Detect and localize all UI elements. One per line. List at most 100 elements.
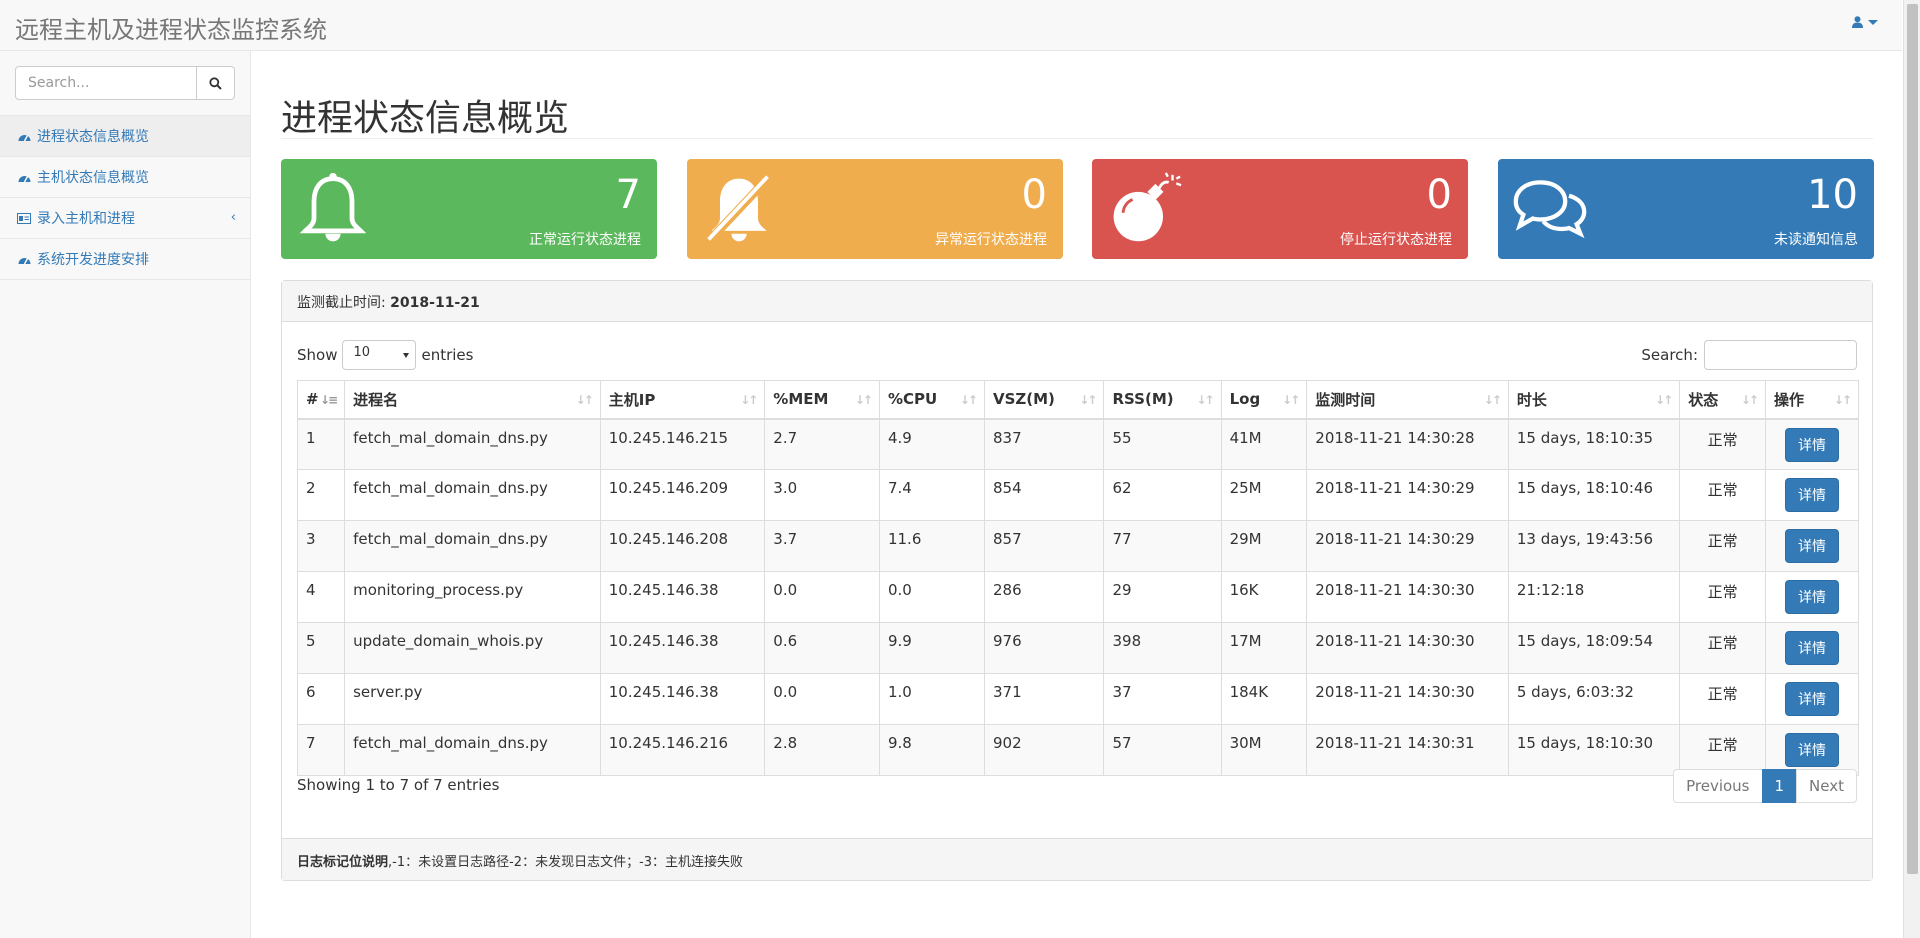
cell-process-name: fetch_mal_domain_dns.py bbox=[344, 724, 601, 776]
cell-mem: 0.6 bbox=[764, 622, 880, 674]
cell-rss: 29 bbox=[1103, 571, 1222, 623]
column-header-index[interactable]: # ↓≡ bbox=[296, 380, 346, 420]
cell-log: 25M bbox=[1220, 469, 1308, 521]
footer-title: 日志标记位说明 bbox=[297, 855, 389, 870]
user-menu[interactable] bbox=[1852, 16, 1878, 28]
stat-panel-normal[interactable]: 7 正常运行状态进程 bbox=[281, 159, 657, 259]
column-header-mem[interactable]: %MEM ↓↑ bbox=[764, 380, 880, 420]
detail-button[interactable]: 详情 bbox=[1784, 631, 1839, 665]
process-table: # ↓≡ 进程名 ↓↑ 主机IP ↓↑ %MEM ↓↑ %CPU ↓↑ VSZ(M) ↓↑ … bbox=[296, 380, 1860, 776]
column-header-rss[interactable]: RSS(M) ↓↑ bbox=[1103, 380, 1222, 420]
sidebar-search bbox=[15, 66, 235, 100]
header-label: 监测截止时间: bbox=[297, 295, 391, 311]
cell-cpu: 9.8 bbox=[878, 724, 985, 776]
detail-button[interactable]: 详情 bbox=[1784, 529, 1839, 563]
column-header-time[interactable]: 监测时间 ↓↑ bbox=[1306, 380, 1509, 420]
sort-icon: ↓↑ bbox=[575, 393, 594, 407]
sort-icon: ↓↑ bbox=[1282, 393, 1300, 407]
dashboard-icon bbox=[17, 252, 31, 266]
column-header-duration[interactable]: 时长 ↓↑ bbox=[1507, 380, 1681, 420]
search-input[interactable] bbox=[15, 66, 197, 100]
stat-label: 异常运行状态进程 bbox=[935, 232, 1047, 248]
column-header-log[interactable]: Log ↓↑ bbox=[1220, 380, 1308, 420]
cell-host-ip: 10.245.146.215 bbox=[599, 418, 766, 470]
search-button[interactable] bbox=[197, 66, 235, 100]
detail-button[interactable]: 详情 bbox=[1784, 682, 1839, 716]
card-header: 监测截止时间: 2018-11-21 bbox=[282, 281, 1872, 322]
entries-length-select[interactable]: 10 bbox=[342, 340, 417, 370]
cell-rss: 77 bbox=[1103, 520, 1222, 572]
cell-status: 正常 bbox=[1679, 571, 1766, 623]
app-title[interactable]: 远程主机及进程状态监控系统 bbox=[15, 10, 327, 45]
cell-index: 3 bbox=[296, 520, 346, 572]
cell-action: 详情 bbox=[1764, 724, 1860, 776]
page-title: 进程状态信息概览 bbox=[281, 98, 570, 139]
column-header-cpu[interactable]: %CPU ↓↑ bbox=[878, 380, 985, 420]
cell-index: 1 bbox=[296, 418, 346, 470]
cell-index: 7 bbox=[296, 724, 346, 776]
stat-label: 未读通知信息 bbox=[1774, 232, 1858, 248]
cell-mem: 3.7 bbox=[764, 520, 880, 572]
cell-duration: 15 days, 18:09:54 bbox=[1507, 622, 1681, 674]
stat-panel-notifications[interactable]: 10 未读通知信息 bbox=[1498, 159, 1874, 259]
stat-label: 停止运行状态进程 bbox=[1340, 232, 1452, 248]
cell-log: 30M bbox=[1220, 724, 1308, 776]
chevron-left-icon[interactable]: ‹ bbox=[231, 210, 236, 225]
pagination-page[interactable]: 1 bbox=[1761, 769, 1798, 803]
detail-button[interactable]: 详情 bbox=[1784, 427, 1839, 462]
column-label: # bbox=[306, 390, 319, 409]
sidebar-item-label: 主机状态信息概览 bbox=[37, 170, 149, 186]
cell-mem: 0.0 bbox=[764, 673, 880, 725]
column-header-process[interactable]: 进程名 ↓↑ bbox=[344, 380, 601, 420]
stat-panel-abnormal[interactable]: 0 异常运行状态进程 bbox=[687, 159, 1063, 259]
pagination-next[interactable]: Next bbox=[1796, 769, 1857, 803]
cell-action: 详情 bbox=[1764, 622, 1860, 674]
cell-vsz: 857 bbox=[983, 520, 1105, 572]
cell-process-name: update_domain_whois.py bbox=[344, 622, 601, 674]
sort-asc-icon: ↓≡ bbox=[319, 393, 338, 407]
cell-host-ip: 10.245.146.216 bbox=[599, 724, 766, 776]
cell-status: 正常 bbox=[1679, 724, 1766, 776]
cell-log: 29M bbox=[1220, 520, 1308, 572]
cell-monitor-time: 2018-11-21 14:30:29 bbox=[1306, 520, 1509, 572]
sort-icon: ↓↑ bbox=[1740, 393, 1759, 407]
cell-monitor-time: 2018-11-21 14:30:30 bbox=[1306, 571, 1509, 623]
sidebar-item-process-overview[interactable]: 进程状态信息概览 bbox=[0, 116, 250, 157]
cell-host-ip: 10.245.146.208 bbox=[599, 520, 766, 572]
column-label: %MEM bbox=[773, 390, 829, 409]
bomb-icon bbox=[1113, 172, 1182, 242]
sidebar-item-add-host-process[interactable]: 录入主机和进程 ‹ bbox=[0, 198, 250, 239]
stat-panel-stopped[interactable]: 0 停止运行状态进程 bbox=[1092, 159, 1468, 259]
detail-button[interactable]: 详情 bbox=[1784, 478, 1839, 512]
page-scrollbar[interactable] bbox=[1903, 0, 1920, 938]
cell-duration: 5 days, 6:03:32 bbox=[1507, 673, 1681, 725]
pagination-previous[interactable]: Previous bbox=[1673, 769, 1763, 803]
sidebar-item-dev-schedule[interactable]: 系统开发进度安排 bbox=[0, 239, 250, 280]
cell-duration: 21:12:18 bbox=[1507, 571, 1681, 623]
cell-index: 2 bbox=[296, 469, 346, 521]
sidebar-item-label: 系统开发进度安排 bbox=[37, 252, 149, 268]
cell-process-name: fetch_mal_domain_dns.py bbox=[344, 469, 601, 521]
detail-button[interactable]: 详情 bbox=[1784, 733, 1839, 767]
cell-log: 184K bbox=[1220, 673, 1308, 725]
cell-status: 正常 bbox=[1679, 418, 1766, 470]
cell-process-name: fetch_mal_domain_dns.py bbox=[344, 520, 601, 572]
detail-button[interactable]: 详情 bbox=[1784, 580, 1839, 614]
column-header-status[interactable]: 状态 ↓↑ bbox=[1679, 380, 1766, 420]
table-search-input[interactable] bbox=[1704, 340, 1857, 370]
cell-index: 6 bbox=[296, 673, 346, 725]
dashboard-icon bbox=[17, 129, 31, 143]
cell-mem: 3.0 bbox=[764, 469, 880, 521]
table-filter: Search: bbox=[1641, 340, 1857, 370]
column-header-host-ip[interactable]: 主机IP ↓↑ bbox=[599, 380, 766, 420]
cell-cpu: 1.0 bbox=[878, 673, 985, 725]
stat-label: 正常运行状态进程 bbox=[529, 232, 641, 248]
table-row: 6 server.py 10.245.146.38 0.0 1.0 371 37 184K 20… bbox=[296, 673, 1860, 725]
sidebar-item-host-overview[interactable]: 主机状态信息概览 bbox=[0, 157, 250, 198]
cell-process-name: fetch_mal_domain_dns.py bbox=[344, 418, 601, 470]
footer-text: ,-1：未设置日志路径-2：未发现日志文件；-3：主机连接失败 bbox=[388, 855, 744, 870]
scrollbar-thumb[interactable] bbox=[1907, 4, 1918, 874]
table-header-row: # ↓≡ 进程名 ↓↑ 主机IP ↓↑ %MEM ↓↑ %CPU ↓↑ VSZ(M) ↓↑ … bbox=[296, 380, 1860, 420]
column-header-action[interactable]: 操作 ↓↑ bbox=[1764, 380, 1860, 420]
column-header-vsz[interactable]: VSZ(M) ↓↑ bbox=[983, 380, 1105, 420]
